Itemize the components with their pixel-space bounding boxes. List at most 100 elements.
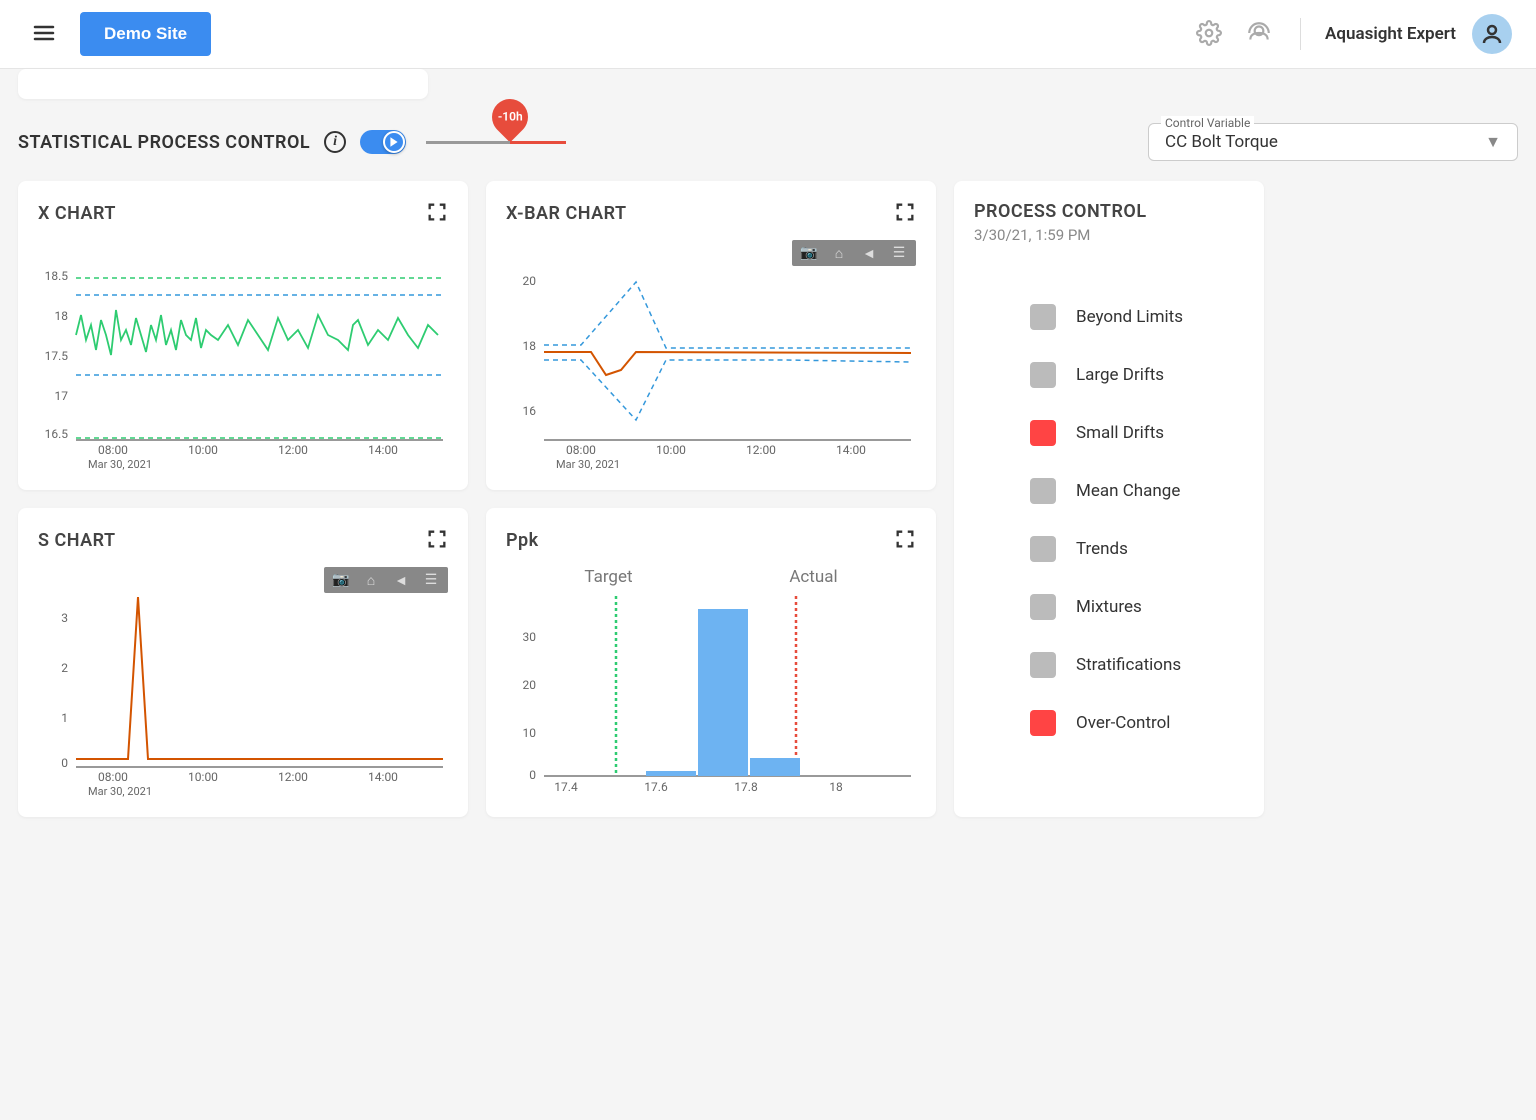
- expand-button[interactable]: [426, 201, 448, 226]
- expand-icon: [426, 528, 448, 550]
- alarm-item: Mixtures: [1030, 594, 1244, 620]
- svg-text:18: 18: [523, 339, 537, 353]
- avatar[interactable]: [1472, 14, 1512, 54]
- target-label: Target: [584, 567, 632, 587]
- header-divider: [1300, 18, 1301, 50]
- svg-text:10:00: 10:00: [656, 443, 686, 457]
- select-label: Control Variable: [1161, 116, 1254, 130]
- lines-icon[interactable]: ☰: [416, 569, 446, 591]
- plotly-modebar[interactable]: 📷 ⌂ ◄ ☰: [792, 240, 916, 266]
- gear-icon: [1196, 20, 1222, 46]
- tag-icon[interactable]: ◄: [386, 569, 416, 591]
- s-chart-card: S CHART 📷 ⌂ ◄ ☰ 3 2 1 0 08:00 10:00 12:: [18, 508, 468, 817]
- support-button[interactable]: [1242, 16, 1276, 53]
- process-control-timestamp: 3/30/21, 1:59 PM: [974, 226, 1244, 244]
- svg-text:14:00: 14:00: [368, 443, 398, 457]
- lines-icon[interactable]: ☰: [884, 242, 914, 264]
- chart-grid: X CHART 18.5 18 17.5 17 16.5 08:00 10:00…: [0, 181, 1536, 835]
- status-box: [1030, 304, 1056, 330]
- section-title: STATISTICAL PROCESS CONTROL: [18, 132, 310, 153]
- status-box: [1030, 478, 1056, 504]
- svg-text:0: 0: [529, 768, 536, 782]
- play-icon: [388, 136, 400, 148]
- menu-button[interactable]: [24, 13, 64, 56]
- control-variable-select[interactable]: Control Variable CC Bolt Torque ▼: [1148, 123, 1518, 161]
- svg-text:30: 30: [523, 630, 537, 644]
- camera-icon[interactable]: 📷: [326, 569, 356, 591]
- select-value: CC Bolt Torque: [1165, 132, 1278, 152]
- plotly-modebar[interactable]: 📷 ⌂ ◄ ☰: [324, 567, 448, 593]
- time-slider[interactable]: -10h: [426, 141, 566, 144]
- svg-text:10:00: 10:00: [188, 443, 218, 457]
- svg-text:12:00: 12:00: [746, 443, 776, 457]
- alarm-item: Stratifications: [1030, 652, 1244, 678]
- status-box: [1030, 536, 1056, 562]
- spc-toggle[interactable]: [360, 130, 406, 154]
- expand-button[interactable]: [426, 528, 448, 553]
- expand-button[interactable]: [894, 528, 916, 553]
- s-chart: 3 2 1 0 08:00 10:00 12:00 14:00 Mar 30, …: [38, 567, 448, 797]
- home-icon[interactable]: ⌂: [824, 242, 854, 264]
- svg-text:2: 2: [61, 661, 68, 675]
- svg-text:12:00: 12:00: [278, 770, 308, 784]
- card-title: S CHART: [38, 530, 116, 551]
- card-title: PROCESS CONTROL: [974, 201, 1244, 222]
- svg-text:17: 17: [55, 389, 69, 403]
- expand-icon: [426, 201, 448, 223]
- svg-text:16.5: 16.5: [45, 427, 69, 441]
- collapsed-card: [18, 69, 428, 99]
- app-header: Demo Site Aquasight Expert: [0, 0, 1536, 69]
- alarm-item: Beyond Limits: [1030, 304, 1244, 330]
- x-chart-card: X CHART 18.5 18 17.5 17 16.5 08:00 10:00…: [18, 181, 468, 490]
- process-control-card: PROCESS CONTROL 3/30/21, 1:59 PM Beyond …: [954, 181, 1264, 817]
- ppk-chart: 30 20 10 0 17.4 17.6 17.8 18: [506, 591, 916, 791]
- svg-text:08:00: 08:00: [566, 443, 596, 457]
- status-box: [1030, 594, 1056, 620]
- card-title: X CHART: [38, 203, 116, 224]
- tag-icon[interactable]: ◄: [854, 242, 884, 264]
- hamburger-icon: [32, 21, 56, 45]
- svg-text:12:00: 12:00: [278, 443, 308, 457]
- settings-button[interactable]: [1192, 16, 1226, 53]
- svg-text:1: 1: [61, 711, 68, 725]
- svg-text:17.8: 17.8: [734, 780, 758, 791]
- headset-icon: [1246, 20, 1272, 46]
- alarm-item: Over-Control: [1030, 710, 1244, 736]
- status-box: [1030, 710, 1056, 736]
- spc-controls: STATISTICAL PROCESS CONTROL i -10h Contr…: [0, 123, 1536, 181]
- svg-text:20: 20: [523, 678, 537, 692]
- status-box: [1030, 420, 1056, 446]
- expand-icon: [894, 528, 916, 550]
- alarm-item: Trends: [1030, 536, 1244, 562]
- alarm-item: Mean Change: [1030, 478, 1244, 504]
- home-icon[interactable]: ⌂: [356, 569, 386, 591]
- user-name: Aquasight Expert: [1325, 24, 1456, 44]
- svg-text:16: 16: [523, 404, 537, 418]
- svg-text:17.6: 17.6: [644, 780, 668, 791]
- ppk-chart-card: Ppk Target Actual 30 20 10 0 17.4 17: [486, 508, 936, 817]
- user-icon: [1480, 22, 1504, 46]
- svg-text:08:00: 08:00: [98, 770, 128, 784]
- status-box: [1030, 362, 1056, 388]
- camera-icon[interactable]: 📷: [794, 242, 824, 264]
- alarm-list: Beyond Limits Large Drifts Small Drifts …: [974, 304, 1244, 736]
- svg-text:3: 3: [61, 611, 68, 625]
- svg-text:18: 18: [55, 309, 69, 323]
- expand-button[interactable]: [894, 201, 916, 226]
- svg-text:10:00: 10:00: [188, 770, 218, 784]
- svg-text:Mar 30, 2021: Mar 30, 2021: [88, 458, 152, 470]
- slider-pin: -10h: [492, 99, 528, 135]
- svg-text:Mar 30, 2021: Mar 30, 2021: [88, 785, 152, 797]
- svg-text:17.5: 17.5: [45, 349, 69, 363]
- xbar-chart-card: X-BAR CHART 📷 ⌂ ◄ ☰ 20 18 16 08:00 10: [486, 181, 936, 490]
- svg-text:18: 18: [829, 780, 843, 791]
- demo-site-button[interactable]: Demo Site: [80, 12, 211, 56]
- svg-text:18.5: 18.5: [45, 269, 69, 283]
- x-chart: 18.5 18 17.5 17 16.5 08:00 10:00 12:00 1…: [38, 240, 448, 470]
- svg-text:14:00: 14:00: [836, 443, 866, 457]
- info-icon[interactable]: i: [324, 131, 346, 153]
- expand-icon: [894, 201, 916, 223]
- actual-label: Actual: [789, 567, 837, 587]
- card-title: Ppk: [506, 530, 539, 551]
- svg-text:17.4: 17.4: [554, 780, 578, 791]
